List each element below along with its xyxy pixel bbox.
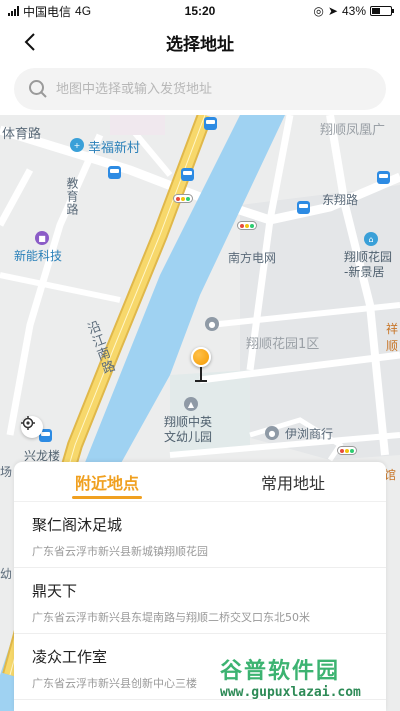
bus-stop-icon xyxy=(181,168,194,181)
signal-icon xyxy=(8,6,19,16)
status-right: ◎ ➤ 43% xyxy=(313,4,394,18)
map-label-tiyu-road: 体育路 xyxy=(2,127,42,142)
shop-icon: ● xyxy=(265,426,279,440)
poi-gray-icon: ● xyxy=(205,317,219,331)
list-item[interactable]: 鼎天下 广东省云浮市新兴县东堤南路与翔顺二桥交叉口东北50米 xyxy=(14,568,386,634)
map-label-jiaoyu-road: 教育路 xyxy=(65,177,79,216)
company-icon: ■ xyxy=(35,231,49,245)
carrier-label: 中国电信 xyxy=(23,4,72,19)
place-address: 广东省云浮市新兴县东堤南路与翔顺二桥交叉口东北50米 xyxy=(32,611,310,624)
bus-stop-icon xyxy=(108,166,121,179)
orientation-lock-icon: ◎ xyxy=(313,4,324,18)
bus-stop-icon xyxy=(377,171,390,184)
status-bar: 中国电信 4G 15:20 ◎ ➤ 43% xyxy=(0,0,400,22)
watermark-logo: 谷普软件园 www.gupuxlazai.com xyxy=(220,653,394,705)
traffic-light-icon xyxy=(337,446,357,455)
place-address: 广东省云浮市新兴县新城镇翔顺花园 xyxy=(32,545,208,558)
location-pin-icon[interactable] xyxy=(191,347,211,385)
tab-nearby[interactable]: 附近地点 xyxy=(14,462,200,501)
traffic-light-icon xyxy=(173,194,193,203)
map-label-dongxiang-road: 东翔路 xyxy=(322,193,359,207)
watermark-title: 谷普软件园 xyxy=(220,659,341,684)
residential-icon: ⌂ xyxy=(364,232,378,246)
traffic-light-icon xyxy=(237,221,257,230)
location-arrow-icon: ➤ xyxy=(327,4,338,18)
search-box[interactable] xyxy=(14,68,386,110)
nav-bar: 选择地址 xyxy=(0,22,400,62)
watermark-url: www.gupuxlazai.com xyxy=(220,685,361,700)
network-label: 4G xyxy=(75,4,92,18)
tab-nearby-label: 附近地点 xyxy=(74,473,139,493)
school-icon: ▲ xyxy=(184,397,198,411)
map-label-kindergarten-2: 文幼儿园 xyxy=(164,430,213,444)
address-tabs: 附近地点 常用地址 xyxy=(14,462,386,502)
map-label-xingfu-village: 幸福新村 xyxy=(88,141,141,156)
battery-icon xyxy=(370,6,394,16)
search-icon xyxy=(29,80,47,98)
battery-percent: 43% xyxy=(341,4,366,18)
map-label-xinneng-tech: 新能科技 xyxy=(14,249,63,263)
map-label-yiliu-business: 伊浏商行 xyxy=(285,427,334,441)
status-left: 中国电信 4G xyxy=(8,3,91,20)
page-title: 选择地址 xyxy=(166,34,234,55)
bus-stop-icon xyxy=(204,117,217,130)
map-label-nanfang-grid: 南方电网 xyxy=(228,251,277,265)
tab-frequent-label: 常用地址 xyxy=(260,473,325,493)
map-label-xiangshun-garden-new-2: -新景居 xyxy=(344,265,385,279)
chevron-left-icon xyxy=(24,33,35,51)
hospital-icon: + xyxy=(70,138,84,152)
place-name: 鼎天下 xyxy=(32,582,78,600)
map-label-left-edge-1: 场 xyxy=(0,465,13,479)
list-item[interactable]: 聚仁阁沐足城 广东省云浮市新兴县新城镇翔顺花园 xyxy=(14,502,386,568)
bus-stop-icon xyxy=(297,201,310,214)
map-label-xiangshun-fenghuang: 翔顺凤凰广 xyxy=(320,123,386,138)
map-label-right-edge-1: 祥 xyxy=(386,322,399,336)
map-label-right-edge-2: 顺 xyxy=(386,339,399,353)
locate-me-button[interactable] xyxy=(21,416,43,438)
tab-frequent[interactable]: 常用地址 xyxy=(200,462,386,501)
place-name: 聚仁阁沐足城 xyxy=(32,516,123,534)
map-label-left-edge-2: 幼 xyxy=(0,567,13,581)
search-input[interactable] xyxy=(56,81,372,97)
back-button[interactable] xyxy=(16,28,44,56)
crosshair-icon xyxy=(21,416,35,430)
map-label-xiangshun-garden-1: 翔顺花园1区 xyxy=(246,337,320,352)
tab-active-indicator xyxy=(72,496,142,499)
